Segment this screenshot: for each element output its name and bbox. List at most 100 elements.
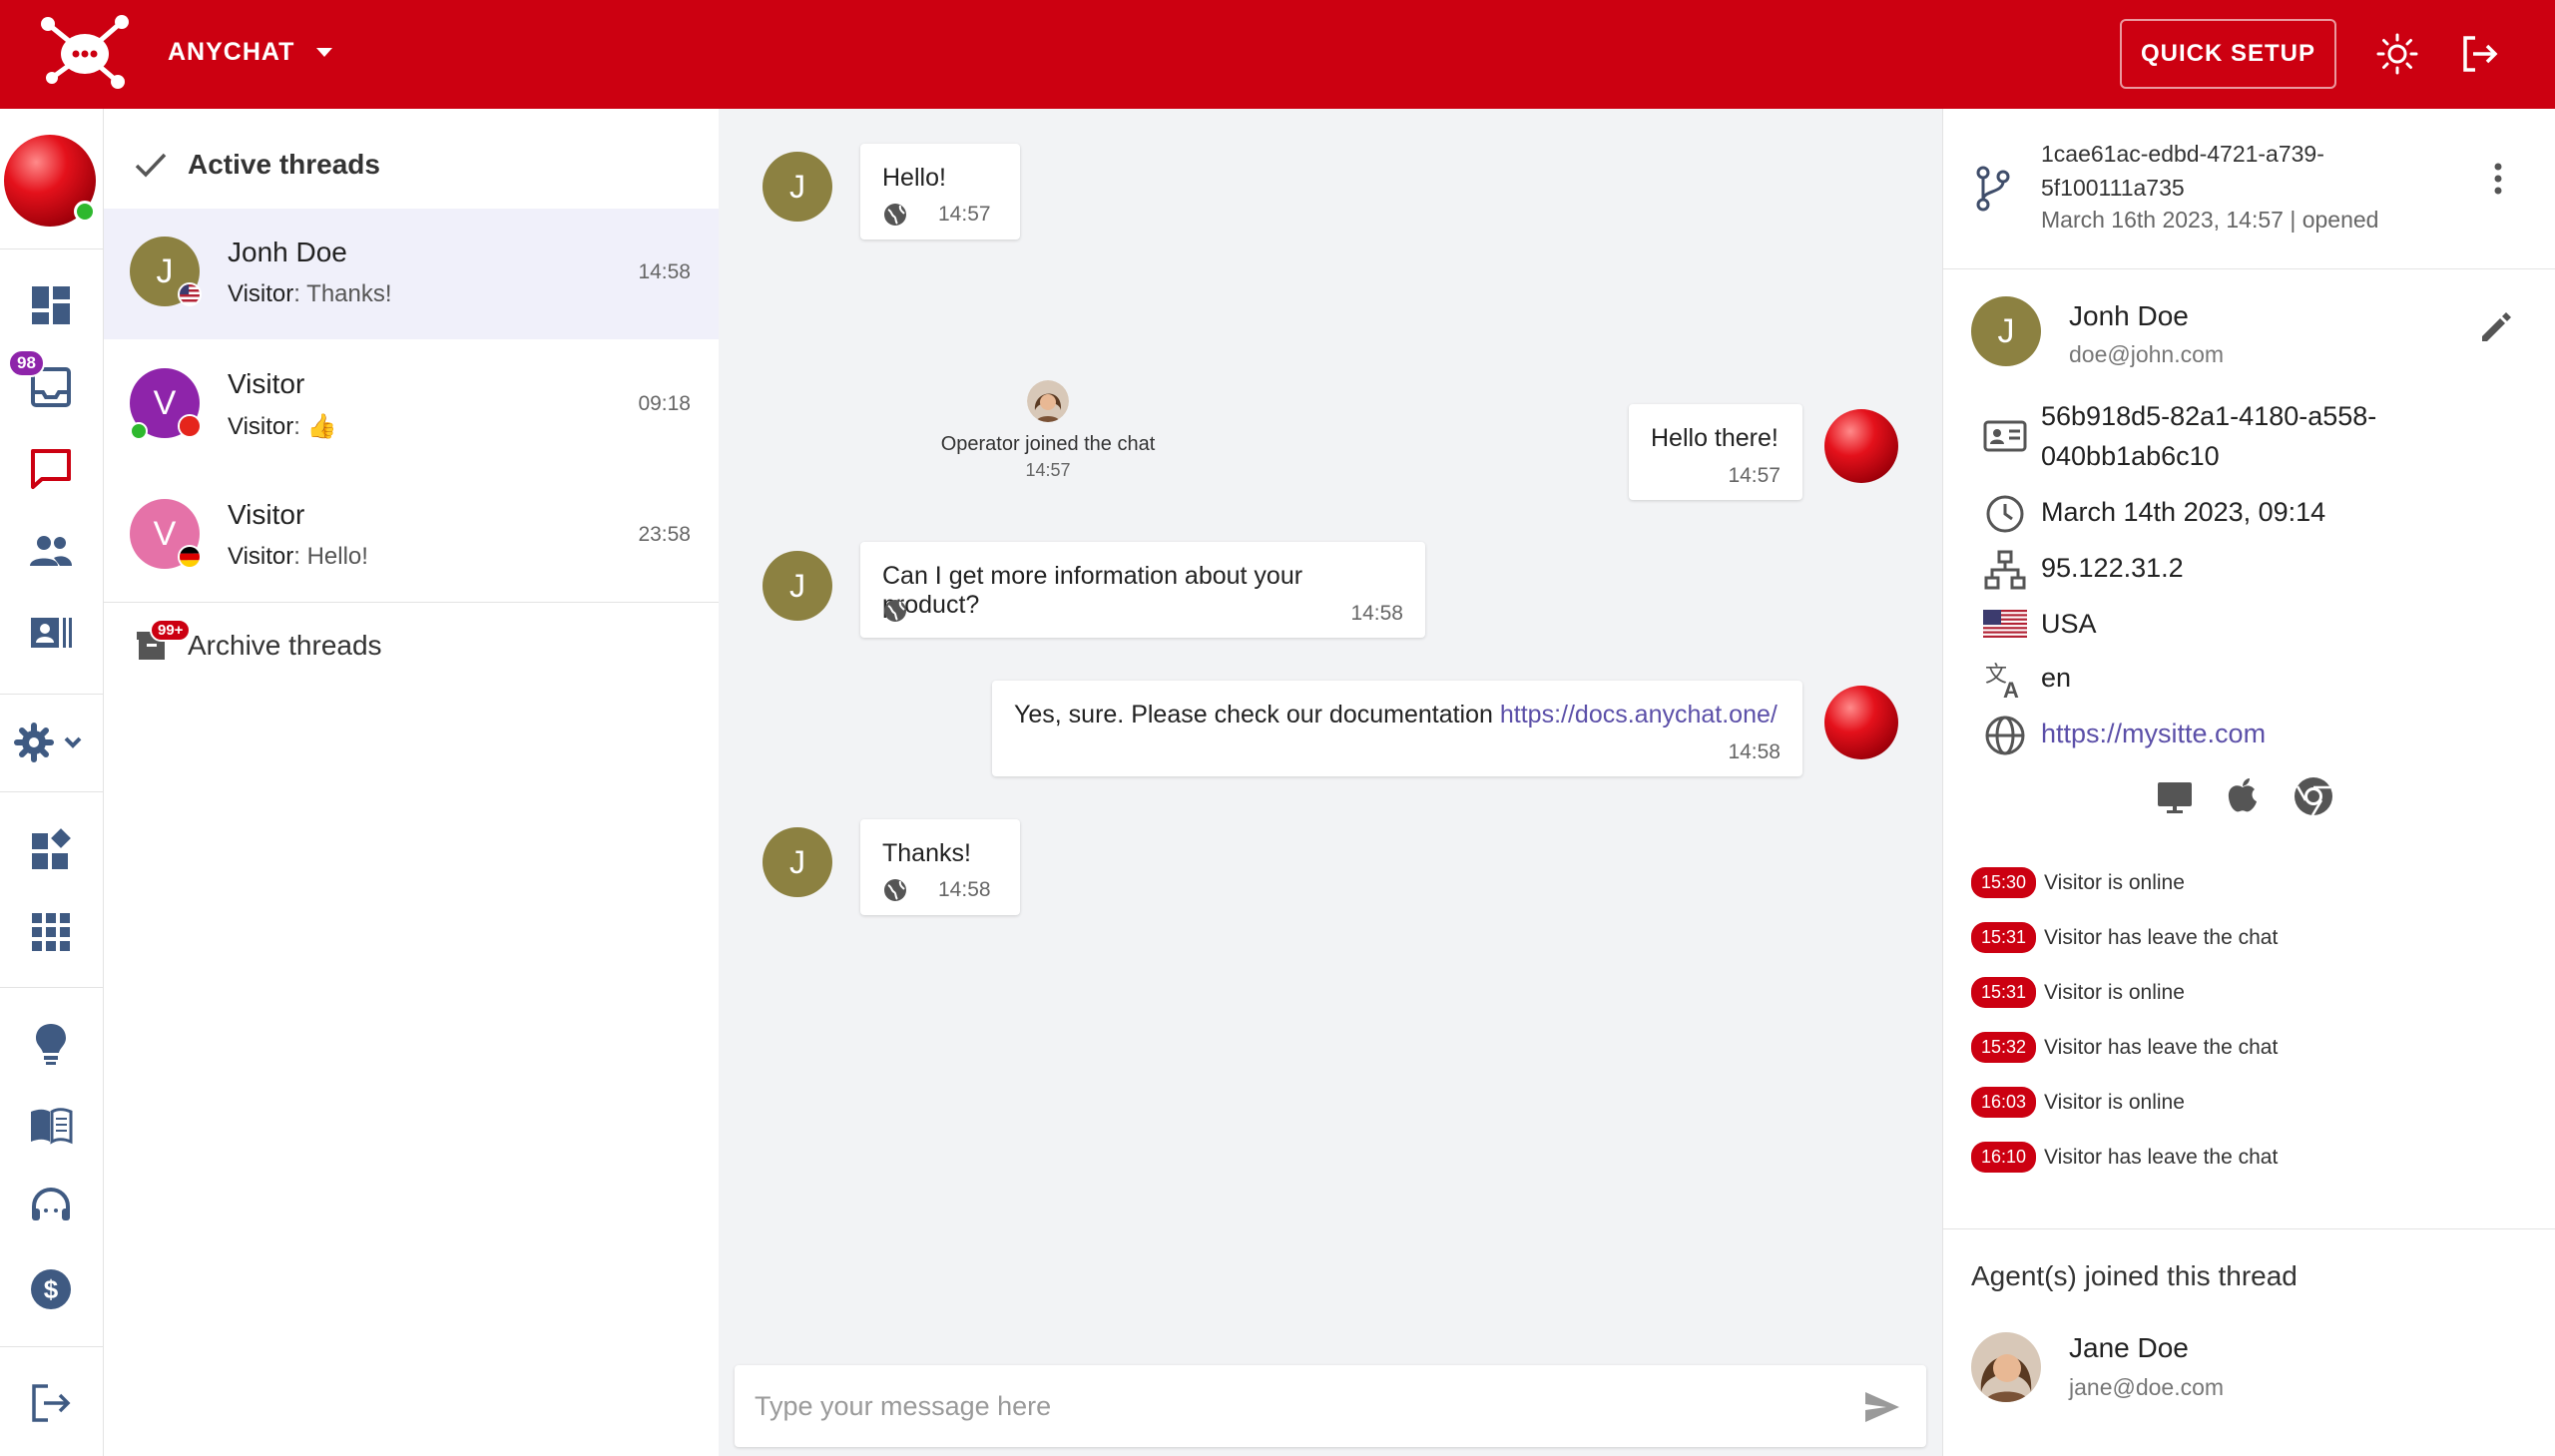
us-flag-icon — [178, 282, 202, 306]
inbox-count-badge: 98 — [8, 349, 45, 377]
id-card-icon — [1983, 420, 2027, 452]
message-meta: 14:58 — [1350, 602, 1403, 626]
message-bubble: Can I get more information about your pr… — [860, 542, 1425, 638]
support-headset-icon[interactable] — [28, 1185, 74, 1230]
message-input[interactable] — [755, 1383, 1832, 1429]
event-time-badge: 15:32 — [1971, 1032, 2037, 1063]
archive-threads-title: Archive threads — [188, 630, 382, 661]
message-time: 14:58 — [1728, 740, 1781, 763]
rail-divider — [0, 791, 104, 792]
event-text: Visitor has leave the chat — [2044, 1035, 2279, 1059]
thread-name: Visitor — [228, 499, 305, 530]
online-status-dot — [74, 201, 96, 223]
globe-icon — [884, 879, 906, 901]
event-time-badge: 15:31 — [1971, 922, 2037, 953]
agents-section-title: Agent(s) joined this thread — [1971, 1260, 2298, 1291]
theme-toggle-sun-icon[interactable] — [2375, 32, 2419, 76]
rail-divider — [0, 987, 104, 988]
thread-name: Visitor — [228, 368, 305, 399]
desktop-icon — [2158, 782, 2192, 813]
visitor-avatar: J — [1971, 296, 2041, 366]
book-icon[interactable] — [28, 1103, 74, 1149]
event-text: Visitor has leave the chat — [2044, 1145, 2279, 1169]
rail-divider — [0, 1346, 104, 1347]
thread-item[interactable]: V Visitor Visitor: 👍 09:18 — [104, 340, 719, 471]
contact-card-icon[interactable] — [28, 610, 74, 656]
visitor-avatar: J — [763, 551, 832, 621]
message-bubble: Thanks! 14:58 — [860, 819, 1020, 915]
caret-down-icon — [316, 48, 333, 57]
info-divider — [1943, 1228, 2555, 1229]
send-icon[interactable] — [1862, 1387, 1902, 1427]
visitor-url-link[interactable]: https://mysitte.com — [2041, 714, 2266, 753]
clock-icon — [1986, 495, 2024, 533]
chat-icon[interactable] — [28, 446, 74, 492]
visitor-avatar: J — [763, 152, 832, 222]
apps-grid-icon[interactable] — [28, 909, 74, 955]
translate-icon: 文 A — [1985, 662, 2019, 702]
widgets-icon[interactable] — [28, 827, 74, 873]
thread-time: 14:58 — [638, 260, 691, 283]
thread-item[interactable]: V Visitor Visitor: Hello! 23:58 — [104, 471, 719, 602]
dashboard-icon[interactable] — [28, 282, 74, 328]
contacts-icon[interactable] — [28, 528, 74, 574]
anychat-logo-icon[interactable] — [38, 14, 132, 94]
active-threads-header[interactable]: Active threads — [104, 109, 719, 209]
flag-icon — [178, 414, 202, 438]
thread-preview: Visitor: 👍 — [228, 413, 337, 440]
online-status-dot — [130, 422, 148, 440]
agent-avatar — [1971, 1332, 2041, 1402]
operator-avatar[interactable] — [4, 135, 96, 227]
visitor-avatar: J — [763, 827, 832, 897]
logout-icon[interactable] — [2457, 32, 2501, 76]
message-bubble: Hello there! 14:57 — [1629, 404, 1802, 500]
visitor-event: 16:03 Visitor is online — [1971, 1087, 2185, 1118]
quick-setup-button[interactable]: QUICK SETUP — [2120, 19, 2336, 89]
message-meta: 14:57 — [1728, 464, 1781, 488]
settings-menu-icon[interactable] — [14, 720, 88, 765]
operator-joined-time: 14:57 — [1025, 460, 1071, 480]
message-text: Hello there! — [1651, 424, 1779, 452]
sign-out-icon[interactable] — [28, 1380, 74, 1426]
chat-area: J Hello! 14:57 Operator joined the chat … — [719, 109, 1942, 1456]
chrome-icon — [2295, 777, 2332, 816]
archive-count-badge: 99+ — [150, 619, 192, 642]
svg-text:A: A — [2003, 678, 2019, 702]
threads-panel: Active threads J Jonh Doe Visitor: Thank… — [104, 109, 719, 1456]
message-time: 14:58 — [1350, 602, 1403, 625]
agent-name: Jane Doe — [2069, 1332, 2189, 1363]
app-switcher[interactable]: ANYCHAT — [168, 38, 333, 67]
visitor-event: 15:31 Visitor is online — [1971, 977, 2185, 1008]
message-text: Can I get more information about your pr… — [882, 562, 1303, 619]
operator-face-avatar — [1027, 380, 1069, 422]
billing-dollar-icon[interactable]: $ — [28, 1266, 74, 1312]
operator-joined-notice: Operator joined the chat 14:57 — [933, 380, 1163, 481]
visitor-ip: 95.122.31.2 — [2041, 553, 2184, 583]
message-bubble: Hello! 14:57 — [860, 144, 1020, 240]
message-time: 14:58 — [938, 878, 991, 901]
message-meta: 14:58 — [1728, 740, 1781, 764]
thread-name: Jonh Doe — [228, 237, 347, 267]
message-meta: 14:58 — [882, 877, 991, 903]
documentation-link[interactable]: https://docs.anychat.one/ — [1500, 701, 1778, 728]
event-text: Visitor is online — [2044, 1090, 2185, 1114]
edit-pencil-icon[interactable] — [2478, 310, 2512, 344]
globe-icon — [1985, 716, 2025, 755]
globe-icon — [884, 600, 906, 622]
thread-preview: Visitor: Hello! — [228, 543, 368, 570]
thread-id: 1cae61ac-edbd-4721-a739-5f100111a735 — [2041, 141, 2324, 201]
visitor-id: 56b918d5-82a1-4180-a558-040bb1ab6c10 — [2041, 401, 2377, 471]
more-vertical-icon[interactable] — [2490, 157, 2506, 201]
svg-text:$: $ — [44, 1274, 59, 1304]
app-name: ANYCHAT — [168, 38, 295, 66]
thread-item[interactable]: J Jonh Doe Visitor: Thanks! 14:58 — [104, 209, 719, 339]
network-icon — [1984, 550, 2026, 590]
operator-avatar — [1824, 409, 1898, 483]
lightbulb-icon[interactable] — [28, 1021, 74, 1067]
apple-icon — [2228, 778, 2257, 812]
visitor-name: Jonh Doe — [2069, 300, 2189, 331]
thread-time: 09:18 — [638, 392, 691, 415]
de-flag-icon — [178, 545, 202, 569]
message-text: Yes, sure. Please check our documentatio… — [1014, 701, 1778, 728]
agent-email: jane@doe.com — [2069, 1374, 2225, 1400]
